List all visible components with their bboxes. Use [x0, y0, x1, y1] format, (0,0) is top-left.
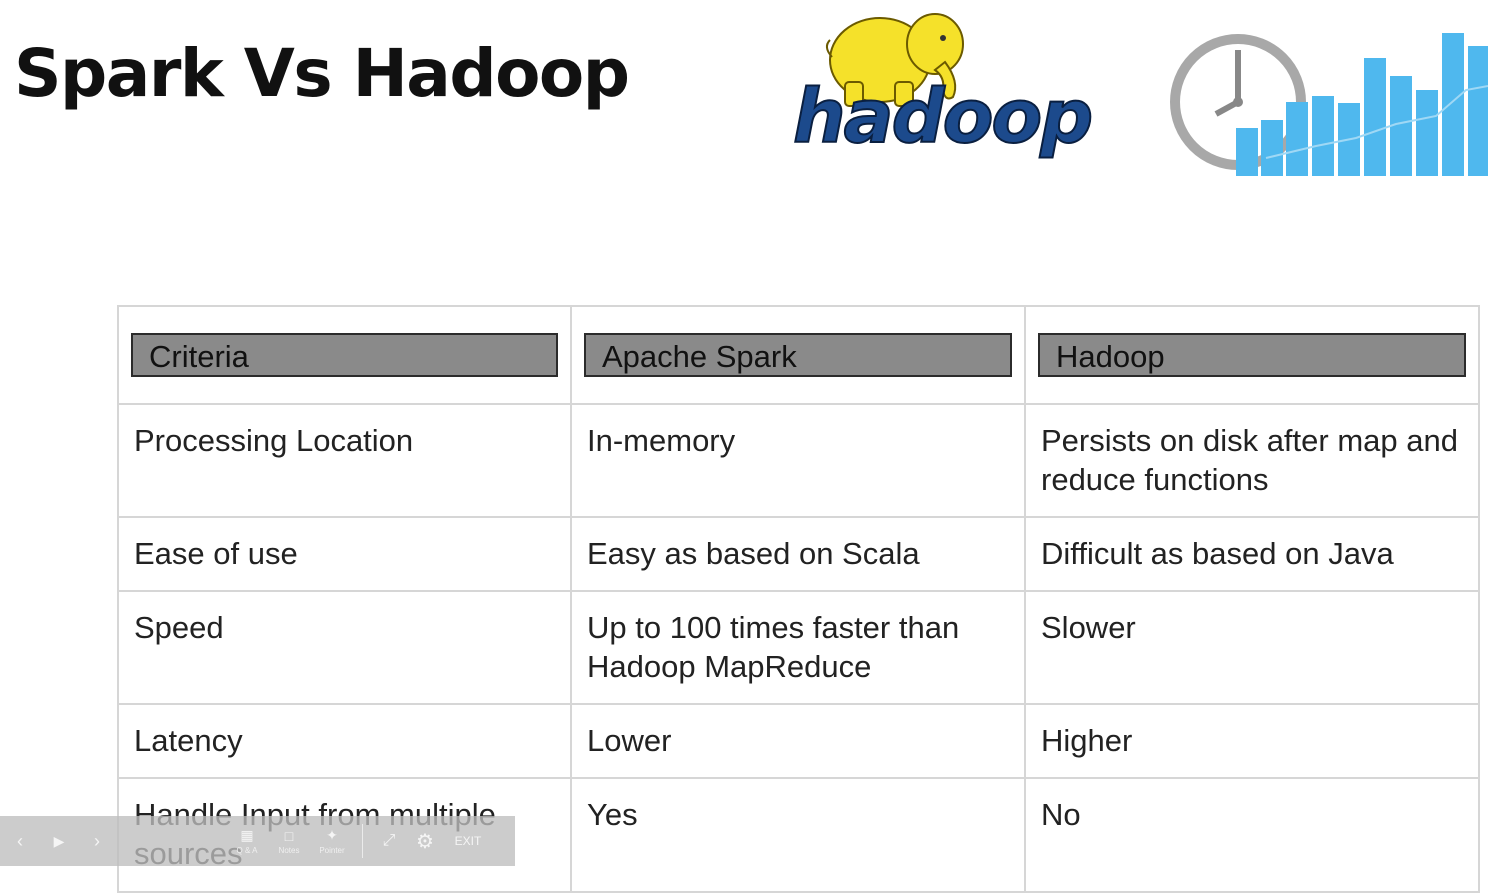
pointer-button[interactable]: ✦ Pointer	[310, 827, 354, 855]
slide-title: Spark Vs Hadoop	[14, 35, 630, 112]
exit-fullscreen-button[interactable]: ⤢	[371, 832, 407, 850]
pointer-label: Pointer	[319, 846, 345, 855]
exit-label: EXIT	[454, 834, 482, 848]
hadoop-wordmark: hadoop	[793, 74, 1091, 160]
hadoop-cell: Slower	[1041, 610, 1136, 645]
header-apache-spark: Apache Spark	[584, 333, 1012, 377]
hadoop-cell: Difficult as based on Java	[1041, 536, 1394, 571]
table-row: Latency Lower Higher	[117, 703, 1480, 779]
hadoop-logo: hadoop	[792, 13, 1094, 161]
clock-chart-graphic	[1170, 33, 1488, 176]
hadoop-cell: Persists on disk after map and reduce fu…	[1041, 423, 1458, 497]
exit-fullscreen-icon: ⤢	[382, 832, 396, 849]
header-hadoop-cell: Hadoop	[1024, 305, 1480, 405]
notes-label: Notes	[278, 845, 300, 855]
header-spark-cell: Apache Spark	[570, 305, 1026, 405]
spark-cell: Up to 100 times faster than Hadoop MapRe…	[587, 610, 960, 684]
chevron-left-icon: ‹	[17, 830, 23, 851]
qa-icon: ▦	[240, 827, 254, 843]
pointer-icon: ✦	[326, 827, 338, 843]
play-button[interactable]: ▶	[40, 833, 78, 850]
qa-label: Q & A	[236, 846, 258, 855]
notes-button[interactable]: □ Notes	[268, 828, 310, 855]
play-icon: ▶	[53, 832, 65, 849]
chevron-right-icon: ›	[94, 830, 100, 851]
criteria-cell: Processing Location	[134, 423, 414, 458]
hadoop-cell: Higher	[1041, 723, 1133, 758]
hadoop-cell: No	[1041, 797, 1081, 832]
settings-button[interactable]: ⚙	[407, 829, 443, 854]
table-header-row: Criteria Apache Spark Hadoop	[117, 305, 1480, 405]
spark-cell: Yes	[587, 797, 638, 832]
table-row: Ease of use Easy as based on Scala Diffi…	[117, 516, 1480, 592]
notes-icon: □	[284, 827, 294, 844]
qa-button[interactable]: ▦ Q & A	[226, 827, 268, 855]
criteria-cell: Latency	[134, 723, 243, 758]
criteria-cell: Speed	[134, 610, 224, 645]
presentation-toolbar: ‹ ▶ › ▦ Q & A □ Notes ✦ Pointer ⤢ ⚙ EXIT	[0, 816, 515, 866]
comparison-table: Criteria Apache Spark Hadoop Processing …	[117, 305, 1480, 893]
next-slide-button[interactable]: ›	[78, 831, 116, 852]
exit-button[interactable]: EXIT	[443, 834, 493, 848]
header-hadoop: Hadoop	[1038, 333, 1466, 377]
criteria-cell: Ease of use	[134, 536, 298, 571]
table-row: Processing Location In-memory Persists o…	[117, 403, 1480, 518]
spark-cell: Easy as based on Scala	[587, 536, 920, 571]
gear-icon: ⚙	[416, 830, 434, 853]
spark-cell: In-memory	[587, 423, 736, 458]
toolbar-divider	[362, 824, 363, 858]
prev-slide-button[interactable]: ‹	[0, 831, 40, 852]
header-criteria-cell: Criteria	[117, 305, 572, 405]
header-criteria: Criteria	[131, 333, 558, 377]
table-row: Speed Up to 100 times faster than Hadoop…	[117, 590, 1480, 705]
spark-cell: Lower	[587, 723, 672, 758]
